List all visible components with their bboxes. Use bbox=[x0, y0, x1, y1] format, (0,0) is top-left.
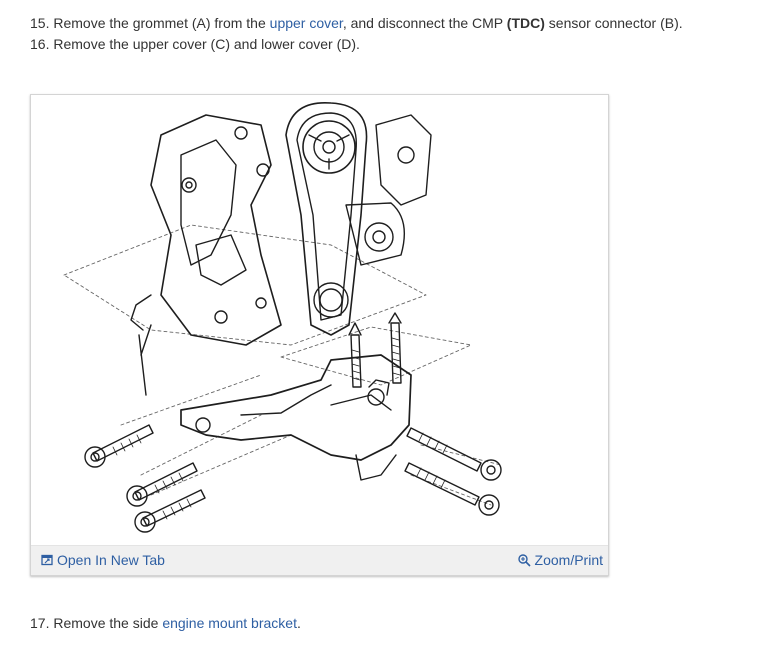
step-number: 17. bbox=[30, 615, 50, 631]
open-in-new-tab-link[interactable]: Open In New Tab bbox=[41, 552, 165, 568]
figure-container: Open In New Tab Zoom/Print bbox=[30, 94, 609, 576]
step-15: 15. Remove the grommet (A) from the uppe… bbox=[30, 13, 683, 33]
figure-toolbar: Open In New Tab Zoom/Print bbox=[31, 545, 608, 575]
step-text: Remove the side bbox=[53, 615, 163, 631]
step-text: . bbox=[296, 615, 301, 631]
step-number: 15. bbox=[30, 15, 50, 31]
step-17: 17. Remove the side engine mount bracket… bbox=[30, 613, 301, 633]
tdc-label: (TDC) bbox=[506, 15, 545, 31]
open-in-new-tab-label: Open In New Tab bbox=[57, 552, 165, 568]
upper-cover-link[interactable]: upper cover bbox=[270, 15, 343, 31]
step-16: 16. Remove the upper cover (C) and lower… bbox=[30, 34, 360, 54]
engine-mount-illustration[interactable] bbox=[31, 95, 608, 545]
step-text: Remove the grommet (A) from the bbox=[53, 15, 270, 31]
engine-mount-bracket-link[interactable]: engine mount bracket bbox=[162, 615, 297, 631]
step-number: 16. bbox=[30, 36, 50, 52]
zoom-print-link[interactable]: Zoom/Print bbox=[517, 552, 603, 568]
magnifier-icon bbox=[517, 553, 531, 567]
step-text: Remove the upper cover (C) and lower cov… bbox=[53, 36, 360, 52]
step-text: , and disconnect the CMP bbox=[342, 15, 507, 31]
new-tab-icon bbox=[41, 554, 53, 566]
zoom-print-label: Zoom/Print bbox=[534, 552, 603, 568]
step-text: sensor connector (B). bbox=[544, 15, 683, 31]
